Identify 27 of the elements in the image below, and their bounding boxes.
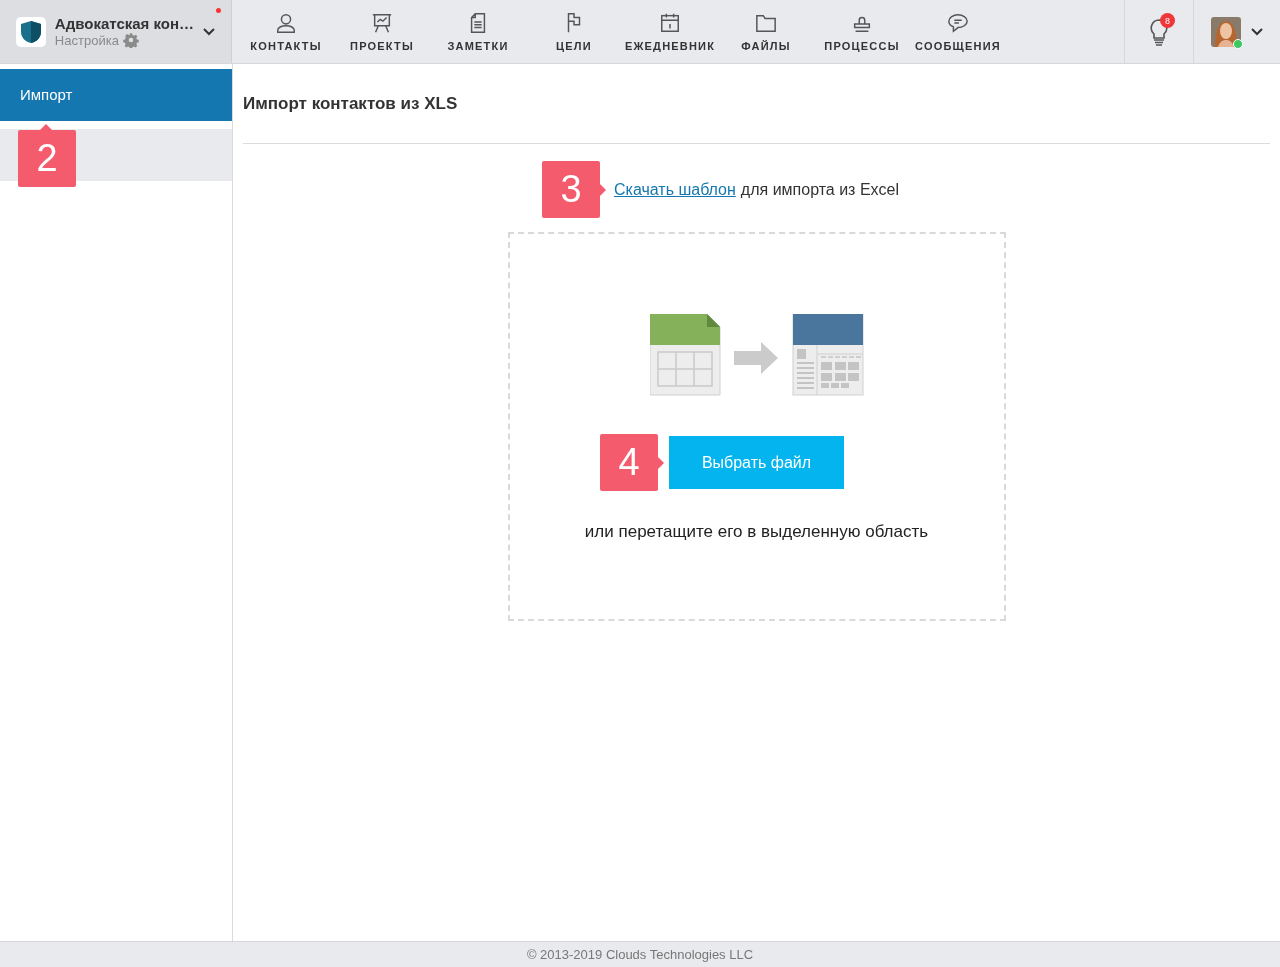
nav-item[interactable]: ЦЕЛИ (526, 0, 622, 63)
presentation-board-icon (371, 11, 393, 34)
lightbulb-icon[interactable] (1149, 17, 1169, 46)
callout-pointer-icon (40, 124, 52, 130)
user-icon (275, 11, 297, 34)
nav-item[interactable]: КОНТАКТЫ (238, 0, 334, 63)
chat-bubble-icon (947, 11, 969, 34)
shield-logo-icon (16, 16, 46, 47)
callout-pointer-icon (599, 184, 606, 196)
copyright-text: © 2013-2019 Clouds Technologies LLC (526, 947, 754, 962)
chevron-down-icon[interactable] (203, 27, 215, 36)
drop-hint: или перетащите его в выделенную область (584, 522, 929, 542)
sidebar-item[interactable]: Импорт (0, 69, 232, 121)
gear-icon[interactable] (122, 32, 139, 48)
download-template-link[interactable]: Скачать шаблон (613, 181, 736, 199)
nav-item[interactable]: ЗАМЕТКИ (430, 0, 526, 63)
nav-item[interactable]: ЕЖЕДНЕВНИК (622, 0, 718, 63)
nav-item[interactable]: ФАЙЛЫ (718, 0, 814, 63)
nav-item[interactable]: ПРОЕКТЫ (334, 0, 430, 63)
download-description: для импорта из Excel (740, 181, 899, 199)
nav-item[interactable]: ПРОЦЕССЫ (814, 0, 910, 63)
workspace-name[interactable]: Адвокатская кон… (54, 15, 195, 32)
notification-badge: 8 (1160, 13, 1175, 28)
page-title: Импорт контактов из XLS (243, 64, 1270, 144)
nav-item[interactable]: СООБЩЕНИЯ (910, 0, 1006, 63)
chevron-down-icon[interactable] (1251, 27, 1263, 36)
calendar-icon (659, 11, 681, 34)
